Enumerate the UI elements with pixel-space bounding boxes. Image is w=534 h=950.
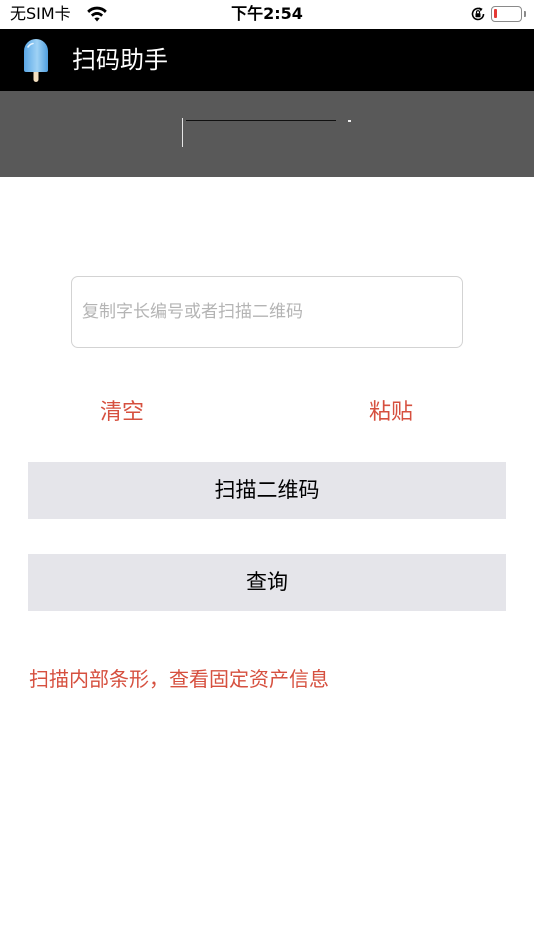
- banner-line: [186, 120, 336, 121]
- banner-cursor: [182, 118, 183, 147]
- paste-button[interactable]: 粘贴: [365, 397, 417, 429]
- hint-text: 扫描内部条形，查看固定资产信息: [29, 667, 329, 691]
- battery-tip: [524, 11, 526, 17]
- popsicle-icon: [24, 39, 48, 82]
- rotation-lock-icon: [471, 7, 485, 21]
- screen: 无SIM卡 下午2:54 扫码助手 复制字长编号或者扫描二维码 清空 粘贴 扫描…: [0, 0, 534, 950]
- battery-level: [494, 9, 497, 18]
- banner-dot: [348, 120, 351, 122]
- battery-icon: [491, 6, 522, 22]
- clear-button[interactable]: 清空: [96, 397, 148, 429]
- status-bar: 无SIM卡 下午2:54: [0, 0, 534, 29]
- app-title: 扫码助手: [72, 46, 168, 74]
- scan-qr-button[interactable]: 扫描二维码: [28, 462, 506, 519]
- nav-bar: 扫码助手: [0, 29, 534, 91]
- query-button[interactable]: 查询: [28, 554, 506, 611]
- code-input[interactable]: [71, 276, 463, 348]
- banner: [0, 91, 534, 177]
- status-time: 下午2:54: [231, 4, 303, 23]
